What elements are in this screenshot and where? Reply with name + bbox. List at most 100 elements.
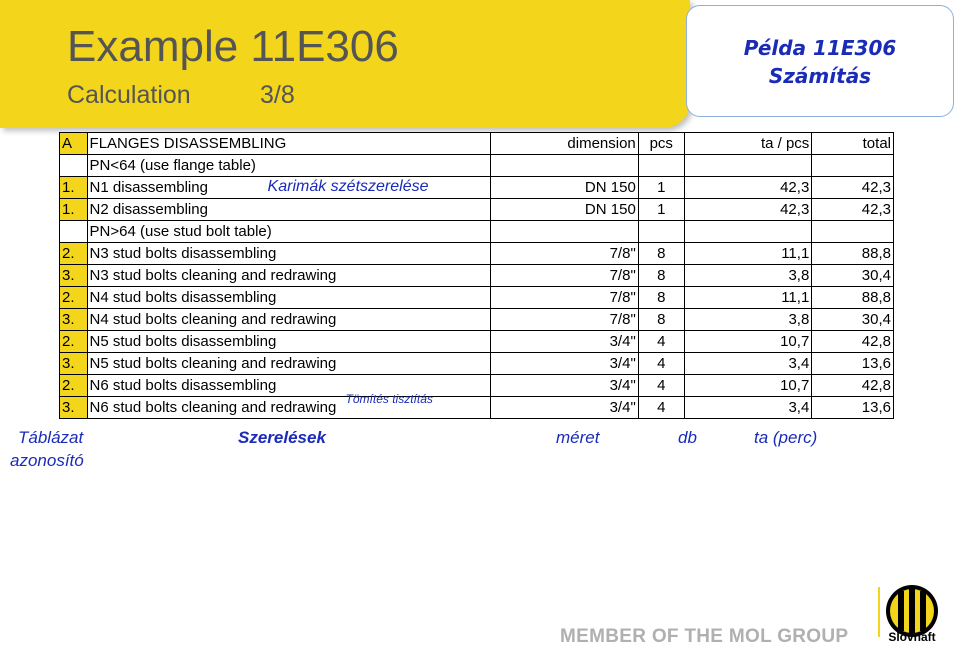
karimak-annotation: Karimák szétszerelése <box>267 178 429 195</box>
row-dimension: 7/8" <box>489 242 639 265</box>
row-ta: 3,4 <box>683 352 813 375</box>
row-ta: 42,3 <box>683 198 813 221</box>
row-pcs: 4 <box>637 374 685 397</box>
table-row: 2. N5 stud bolts disassembling 3/4" 4 10,7 42… <box>59 330 894 353</box>
row-pcs: 8 <box>637 264 685 287</box>
row-dimension: 3/4" <box>489 396 639 419</box>
row-desc: N1 disassembling Karimák szétszerelése <box>86 176 491 199</box>
row-ta: 10,7 <box>683 330 813 353</box>
row-id: 3. <box>59 264 88 287</box>
row-desc: N3 stud bolts cleaning and redrawing <box>86 264 491 287</box>
caption-szerelesek: Szerelések <box>238 428 326 447</box>
row-desc: N6 stud bolts cleaning and redrawing Tömí… <box>86 392 491 419</box>
row-ta: 3,8 <box>683 264 813 287</box>
row-total <box>811 154 894 177</box>
table-row: PN>64 (use stud bolt table) <box>59 220 894 243</box>
row-total: 42,8 <box>811 330 894 353</box>
row-total: 88,8 <box>811 242 894 265</box>
row-pcs: 1 <box>637 176 685 199</box>
row-desc: PN<64 (use flange table) <box>86 154 491 177</box>
row-total: 42,3 <box>811 198 894 221</box>
page-title: Example 11E306 <box>67 22 399 71</box>
row-total: 42,8 <box>811 374 894 397</box>
row-ta <box>683 154 813 177</box>
row-ta: 10,7 <box>683 374 813 397</box>
row-total: 42,3 <box>811 176 894 199</box>
row-ta: 3,4 <box>683 396 813 419</box>
table-row: 3. N6 stud bolts cleaning and redrawing Tö… <box>59 392 894 419</box>
row-pcs: 4 <box>637 396 685 419</box>
callout-line-2: Számítás <box>768 64 872 88</box>
row-desc: N5 stud bolts cleaning and redrawing <box>86 352 491 375</box>
row-id: 2. <box>59 374 88 397</box>
row-dimension: 7/8" <box>489 308 639 331</box>
row-ta: 42,3 <box>683 176 813 199</box>
row-pcs: 8 <box>637 286 685 309</box>
row-dimension: 7/8" <box>489 264 639 287</box>
table-row: 2. N4 stud bolts disassembling 7/8" 8 11,1 88… <box>59 286 894 309</box>
table-row: 3. N5 stud bolts cleaning and redrawing 3/… <box>59 352 894 375</box>
row-pcs <box>637 154 685 177</box>
row-pcs: 4 <box>637 352 685 375</box>
row-desc: N4 stud bolts disassembling <box>86 286 491 309</box>
row-id: 1. <box>59 176 88 199</box>
row-ta: 3,8 <box>683 308 813 331</box>
row-dimension: DN 150 <box>489 176 639 199</box>
caption-tablazat: Táblázat <box>18 428 84 447</box>
row-id: 1. <box>59 198 88 221</box>
row-pcs: 1 <box>637 198 685 221</box>
row-pcs: 8 <box>637 308 685 331</box>
page-number: 3/8 <box>260 81 295 109</box>
row-dimension <box>489 154 639 177</box>
table-row: 3. N4 stud bolts cleaning and redrawing 7/… <box>59 308 894 331</box>
row-desc: N4 stud bolts cleaning and redrawing <box>86 308 491 331</box>
row-desc: N5 stud bolts disassembling <box>86 330 491 353</box>
flanges-table: A FLANGES DISASSEMBLING dimension pcs ta… <box>59 132 894 419</box>
row-total: 13,6 <box>811 352 894 375</box>
row-total: 88,8 <box>811 286 894 309</box>
table-row: PN<64 (use flange table) <box>59 154 894 177</box>
header-pcs: pcs <box>637 132 685 155</box>
row-total <box>811 220 894 243</box>
table-row: 2. N6 stud bolts disassembling 3/4" 4 10,7 42… <box>59 374 894 397</box>
hungarian-title-callout: Példa 11E306 Számítás <box>686 5 954 117</box>
row-total: 30,4 <box>811 308 894 331</box>
caption-azonosito: azonosító <box>10 451 84 470</box>
row-dimension: 3/4" <box>489 352 639 375</box>
row-desc: N3 stud bolts disassembling <box>86 242 491 265</box>
row-id <box>59 154 88 177</box>
row-id: 2. <box>59 242 88 265</box>
caption-meret: méret <box>556 428 600 447</box>
row-dimension: DN 150 <box>489 198 639 221</box>
row-id: 2. <box>59 286 88 309</box>
row-ta <box>683 220 813 243</box>
table-row: 1. N1 disassembling Karimák szétszerelése D… <box>59 176 894 199</box>
caption-ta: ta (perc) <box>754 428 818 447</box>
row-ta: 11,1 <box>683 286 813 309</box>
row-id: 3. <box>59 396 88 419</box>
footer-member-text: MEMBER OF THE MOL GROUP <box>560 626 849 647</box>
slovnaft-logo-text: Slovnaft <box>888 630 936 644</box>
row-total: 13,6 <box>811 396 894 419</box>
row-desc: N2 disassembling <box>86 198 491 221</box>
row-id <box>59 220 88 243</box>
header-dimension: dimension <box>489 132 639 155</box>
header-ta: ta / pcs <box>683 132 813 155</box>
table-row: 2. N3 stud bolts disassembling 7/8" 8 11,1 88… <box>59 242 894 265</box>
tomites-annotation: Tömítés tisztítás <box>345 392 433 406</box>
row-dimension: 3/4" <box>489 374 639 397</box>
row-id: 3. <box>59 352 88 375</box>
table-header-row: A FLANGES DISASSEMBLING dimension pcs ta… <box>59 132 894 155</box>
row-pcs <box>637 220 685 243</box>
table-row: 1. N2 disassembling DN 150 1 42,3 42,3 <box>59 198 894 221</box>
row-id: 2. <box>59 330 88 353</box>
row-total: 30,4 <box>811 264 894 287</box>
row-desc: PN>64 (use stud bolt table) <box>86 220 491 243</box>
row-dimension: 3/4" <box>489 330 639 353</box>
header-total: total <box>811 132 894 155</box>
row-dimension: 7/8" <box>489 286 639 309</box>
row-dimension <box>489 220 639 243</box>
header-id: A <box>59 132 88 155</box>
header-desc: FLANGES DISASSEMBLING <box>86 132 491 155</box>
row-id: 3. <box>59 308 88 331</box>
